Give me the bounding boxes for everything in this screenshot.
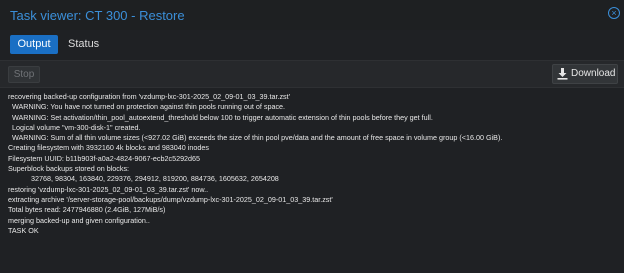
log-line: restoring 'vzdump-lxc-301-2025_02_09-01_… [8, 184, 209, 194]
stop-button[interactable]: Stop [8, 66, 40, 83]
log-line: WARNING: Sum of all thin volume sizes (<… [12, 133, 503, 143]
log-line: 32768, 98304, 163840, 229376, 294912, 81… [31, 174, 279, 184]
log-line: Filesystem UUID: b11b903f-a0a2-4824-9067… [8, 153, 201, 163]
tab-status[interactable]: Status [62, 35, 105, 54]
log-line: Creating filesystem with 3932160 4k bloc… [8, 143, 209, 153]
log-line: TASK OK [8, 225, 39, 235]
log-line: merging backed-up and given configuratio… [8, 215, 150, 225]
download-label: Download [571, 68, 616, 79]
task-output-log[interactable]: recovering backed-up configuration from … [0, 90, 624, 273]
log-line: extracting archive '/server-storage-pool… [8, 194, 333, 204]
close-icon[interactable]: × [608, 7, 620, 19]
window-title: Task viewer: CT 300 - Restore [10, 8, 185, 23]
tab-bar: Output Status [0, 30, 624, 58]
log-line: Logical volume "vm-300-disk-1" created. [12, 122, 141, 132]
download-button[interactable]: Download [552, 64, 618, 84]
task-viewer-window: Task viewer: CT 300 - Restore × Output S… [0, 0, 624, 273]
log-line: recovering backed-up configuration from … [8, 92, 291, 101]
download-icon [557, 68, 568, 80]
log-line: WARNING: You have not turned on protecti… [12, 102, 286, 112]
log-line: WARNING: Set activation/thin_pool_autoex… [12, 112, 433, 122]
toolbar: Stop Download [0, 60, 624, 88]
title-bar[interactable]: Task viewer: CT 300 - Restore × [0, 0, 624, 30]
log-line: Superblock backups stored on blocks: [8, 164, 130, 174]
log-line: Total bytes read: 2477946880 (2.4GiB, 12… [8, 205, 166, 215]
tab-output[interactable]: Output [10, 35, 58, 54]
